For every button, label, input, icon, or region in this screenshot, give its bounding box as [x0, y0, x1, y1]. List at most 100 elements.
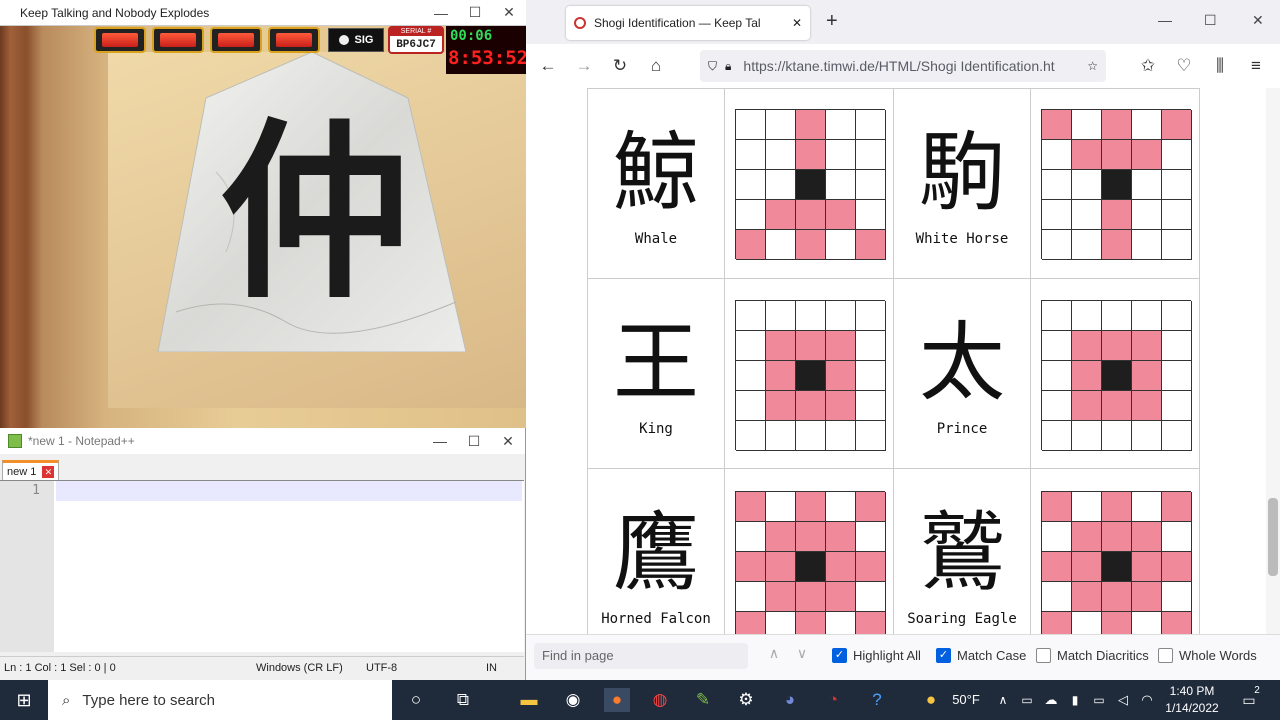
empty-square	[1042, 140, 1072, 170]
onedrive-icon[interactable]: ☁	[1038, 688, 1064, 712]
empty-square	[1132, 200, 1162, 230]
url-text[interactable]: https://ktane.timwi.de/HTML/Shogi Identi…	[739, 58, 1079, 74]
find-previous-icon[interactable]: ∧	[762, 645, 786, 662]
match-case-checkbox[interactable]: ✓ Match Case	[936, 648, 1026, 663]
game-window[interactable]: Keep Talking and Nobody Explodes — ☐ ✕ 仲…	[0, 0, 526, 428]
empty-square	[1162, 301, 1192, 331]
whole-words-checkbox[interactable]: Whole Words	[1158, 648, 1257, 663]
show-hidden-icons-icon[interactable]: ∧	[990, 688, 1016, 712]
pocket-icon[interactable]: ♡	[1172, 56, 1196, 76]
notepad-plus-plus-icon[interactable]: ✎	[690, 688, 716, 712]
battery-icon[interactable]: ▭	[1086, 688, 1112, 712]
empty-square	[1162, 331, 1192, 361]
back-icon[interactable]: ←	[536, 56, 560, 76]
move-square	[736, 552, 766, 582]
checkbox-icon[interactable]	[1158, 648, 1173, 663]
lock-icon[interactable]: 🔒︎	[725, 59, 731, 74]
chrome-icon[interactable]: ◍	[647, 688, 673, 712]
timer-main: 8:53:52	[448, 47, 526, 69]
clock[interactable]: 1:40 PM 1/14/2022	[1160, 683, 1224, 717]
current-line-highlight[interactable]	[56, 481, 522, 501]
scrollbar-thumb[interactable]	[1268, 498, 1278, 576]
windows-start-icon[interactable]: ⊞	[0, 680, 48, 720]
battery-icon	[268, 27, 320, 53]
move-square	[1102, 391, 1132, 421]
volume-icon[interactable]: ◁	[1110, 688, 1136, 712]
url-bar[interactable]: ⛉ 🔒︎ https://ktane.timwi.de/HTML/Shogi I…	[700, 50, 1106, 82]
ktane-icon[interactable]: ◔	[820, 688, 846, 712]
encoding: UTF-8	[366, 661, 398, 674]
forward-icon[interactable]: →	[572, 56, 596, 76]
discord-icon[interactable]: ◕	[777, 688, 803, 712]
bookmark-star-icon[interactable]: ☆	[1087, 59, 1098, 73]
move-square	[826, 391, 856, 421]
empty-square	[1162, 421, 1192, 451]
close-tab-icon[interactable]: ✕	[42, 465, 55, 478]
empty-square	[736, 582, 766, 612]
new-tab-button[interactable]: +	[826, 10, 838, 33]
minimize-button[interactable]: —	[424, 5, 458, 21]
move-square	[1162, 552, 1192, 582]
device-icon[interactable]: ▭	[1014, 688, 1040, 712]
move-square	[1132, 331, 1162, 361]
home-icon[interactable]: ⌂	[644, 56, 668, 76]
move-square	[796, 612, 826, 634]
empty-square	[1132, 421, 1162, 451]
favicon-icon	[574, 17, 586, 29]
empty-square	[766, 140, 796, 170]
weather-sun-icon[interactable]: ●	[918, 688, 944, 712]
cortana-icon[interactable]: ○	[403, 688, 429, 712]
empty-square	[856, 110, 886, 140]
close-tab-icon[interactable]: ✕	[792, 16, 802, 30]
editor-area[interactable]: 1	[0, 480, 524, 652]
wifi-icon[interactable]: ◠	[1134, 688, 1160, 712]
task-view-icon[interactable]: ⧉	[450, 688, 476, 712]
tab-new-1[interactable]: new 1 ✕	[2, 460, 60, 480]
move-square	[1042, 110, 1072, 140]
checkbox-checked-icon[interactable]: ✓	[832, 648, 847, 663]
weather-temp[interactable]: 50°F	[948, 688, 984, 712]
obs-icon[interactable]: ◉	[560, 688, 586, 712]
taskbar-search[interactable]: ⌕ Type here to search	[48, 680, 392, 720]
tracking-shield-icon[interactable]: ⛉	[708, 59, 717, 74]
find-next-icon[interactable]: ∨	[790, 645, 814, 662]
notepad-titlebar: *new 1 - Notepad++ — ☐ ✕	[0, 428, 525, 454]
empty-square	[856, 361, 886, 391]
page-content[interactable]: 鯨 Whale 駒 White Horse 王 King 太 Prince 鷹 Horne…	[526, 88, 1266, 634]
maximize-button[interactable]: ☐	[458, 4, 492, 21]
search-placeholder: Type here to search	[82, 691, 215, 709]
minimize-button[interactable]: —	[423, 433, 457, 449]
help-icon[interactable]: ?	[864, 688, 890, 712]
empty-square	[1072, 421, 1102, 451]
highlight-all-checkbox[interactable]: ✓ Highlight All	[832, 648, 921, 663]
empty-square	[1132, 230, 1162, 260]
maximize-button[interactable]: ☐	[457, 433, 491, 450]
notepad-window[interactable]: *new 1 - Notepad++ — ☐ ✕ new 1 ✕ 1 Ln : …	[0, 428, 526, 680]
move-square	[766, 361, 796, 391]
close-button[interactable]: ✕	[1252, 12, 1264, 29]
reload-icon[interactable]: ↻	[608, 56, 632, 76]
microphone-icon[interactable]: ▮	[1062, 688, 1088, 712]
browser-tab[interactable]: Shogi Identification — Keep Tal ✕	[566, 6, 810, 40]
checkbox-icon[interactable]	[1036, 648, 1051, 663]
library-icon[interactable]: ⫼	[1208, 56, 1232, 76]
minimize-button[interactable]: —	[1158, 12, 1172, 28]
close-button[interactable]: ✕	[492, 4, 526, 21]
menu-icon[interactable]: ≡	[1244, 56, 1268, 76]
browser-window[interactable]: Shogi Identification — Keep Tal ✕ + — ☐ …	[526, 0, 1280, 680]
move-square	[826, 522, 856, 552]
extensions-icon[interactable]: ✩	[1136, 56, 1160, 76]
find-input[interactable]: Find in page	[534, 643, 748, 669]
match-diacritics-checkbox[interactable]: Match Diacritics	[1036, 648, 1149, 663]
page-scrollbar[interactable]	[1266, 88, 1280, 634]
steam-icon[interactable]: ⚙	[733, 688, 759, 712]
firefox-icon[interactable]: ●	[604, 688, 630, 712]
checkbox-checked-icon[interactable]: ✓	[936, 648, 951, 663]
close-button[interactable]: ✕	[491, 433, 525, 450]
maximize-button[interactable]: ☐	[1204, 12, 1217, 29]
indicator-label: SIG	[354, 34, 374, 46]
file-explorer-icon[interactable]: ▬	[516, 688, 542, 712]
taskbar: ⊞ ⌕ Type here to search ○ ⧉ ▬ ◉ ● ◍ ✎ ⚙ …	[0, 680, 1280, 720]
piece-cell: 駒 White Horse	[893, 88, 1031, 279]
piece-cell: 鷲 Soaring Eagle	[893, 468, 1031, 634]
